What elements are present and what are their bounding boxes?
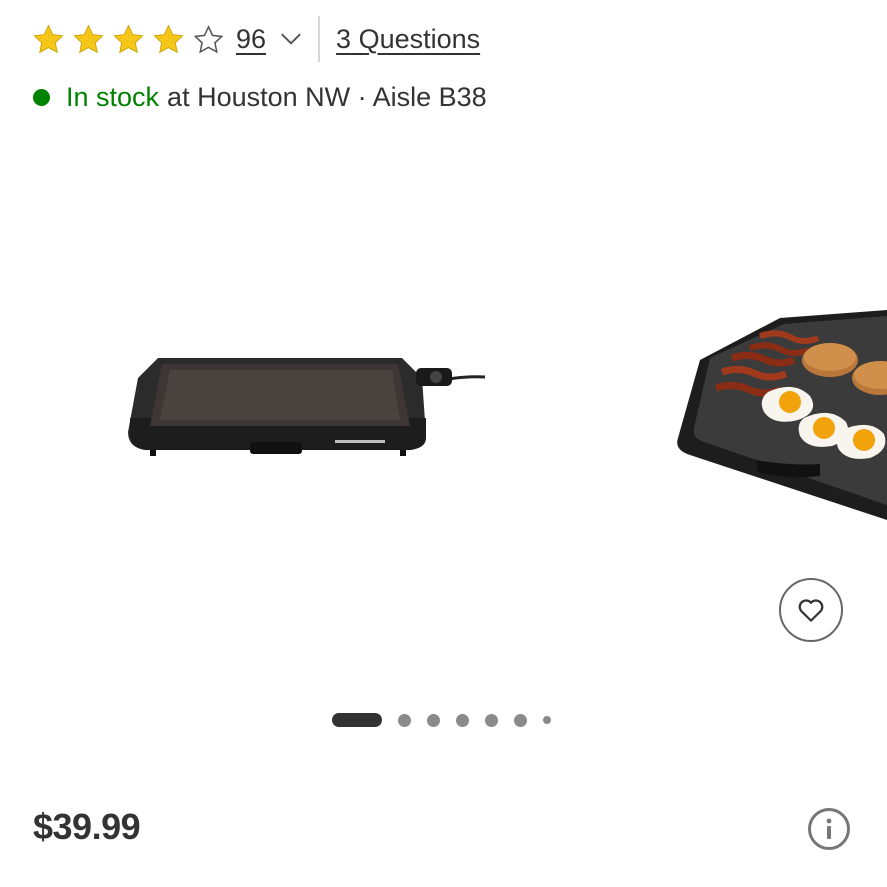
store-location-text: at Houston NW · Aisle B38	[167, 81, 487, 112]
stock-status: In stock at Houston NW · Aisle B38	[33, 78, 487, 116]
star-filled-icon	[73, 24, 104, 53]
divider	[318, 16, 321, 62]
star-filled-icon	[113, 24, 144, 53]
in-stock-dot-icon	[33, 88, 50, 106]
star-filled-icon	[153, 24, 184, 53]
star-filled-icon	[33, 24, 64, 53]
add-to-favorites-button[interactable]	[779, 578, 843, 642]
carousel-dot[interactable]	[427, 713, 440, 727]
star-empty-icon	[193, 24, 224, 53]
chevron-down-icon[interactable]	[278, 26, 304, 52]
product-price: $39.99	[33, 806, 141, 847]
questions-link[interactable]: 3 Questions	[336, 24, 480, 55]
heart-icon	[798, 599, 824, 622]
carousel-dot-more[interactable]	[543, 716, 551, 724]
info-icon	[826, 818, 832, 839]
griddle-with-breakfast-image[interactable]	[670, 300, 887, 560]
carousel-dot[interactable]	[398, 713, 411, 727]
carousel-dot-active[interactable]	[332, 713, 382, 727]
carousel-dot[interactable]	[485, 713, 498, 727]
stock-status-text: In stock	[66, 81, 160, 112]
electric-griddle-image[interactable]	[110, 330, 500, 480]
star-rating[interactable]	[32, 23, 232, 56]
carousel-pagination[interactable]	[332, 712, 551, 728]
price-info-button[interactable]	[808, 808, 850, 850]
rating-row: 96 3 Questions	[32, 16, 480, 62]
review-count-link[interactable]: 96	[236, 24, 266, 55]
carousel-dot[interactable]	[514, 713, 527, 727]
product-image-carousel[interactable]	[0, 130, 887, 690]
carousel-dot[interactable]	[456, 713, 469, 727]
